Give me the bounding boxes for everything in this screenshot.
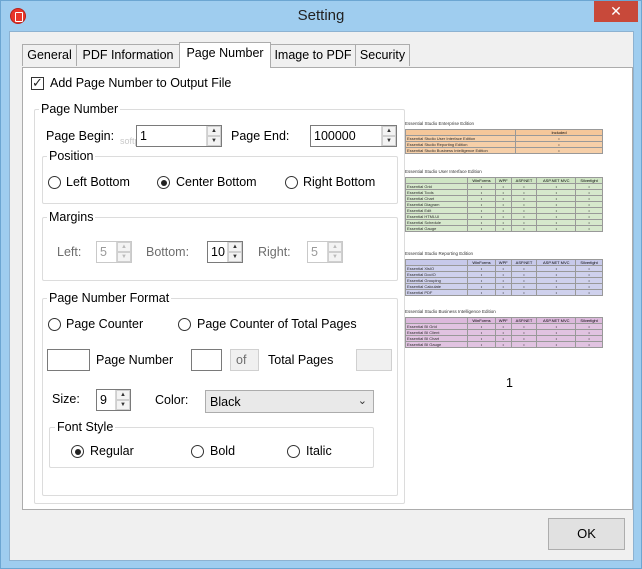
preview-page-number: 1 [506, 376, 513, 390]
chevron-down-icon: ⌄ [357, 395, 367, 407]
page-end-value: 100000 [314, 129, 356, 143]
margin-right-down-icon[interactable]: ▼ [328, 252, 342, 262]
preview-table: WinForms WPF ASP.NET ASP.NET MVC Silverlight… [405, 177, 603, 232]
format-page-counter-total-radio[interactable] [178, 318, 191, 331]
font-bold-label: Bold [210, 444, 236, 458]
suffix-text-field[interactable] [356, 349, 392, 371]
font-italic-radio[interactable] [287, 445, 300, 458]
page-number-group-title: Page Number [39, 102, 121, 116]
position-right-bottom-radio[interactable] [285, 176, 298, 189]
margin-bottom-value: 10 [211, 245, 225, 259]
margin-bottom-stepper[interactable]: 10 ▲ ▼ [207, 241, 243, 263]
tab-general[interactable]: General [22, 44, 77, 66]
margin-bottom-label: Bottom: [146, 245, 190, 259]
tab-image-to-pdf[interactable]: Image to PDF [270, 44, 356, 66]
font-size-stepper[interactable]: 9 ▲ ▼ [96, 389, 131, 411]
font-size-value: 9 [100, 393, 107, 407]
margin-bottom-down-icon[interactable]: ▼ [228, 252, 242, 262]
preview-table-title: Essential Studio User Interface Edition [405, 169, 482, 174]
prefix-text-field[interactable] [47, 349, 90, 371]
window-title: Setting [297, 7, 345, 24]
margin-left-stepper[interactable]: 5 ▲ ▼ [96, 241, 132, 263]
add-page-number-checkbox[interactable] [31, 75, 44, 91]
close-button[interactable]: ✕ [594, 1, 638, 22]
position-right-bottom-label: Right Bottom [303, 175, 376, 189]
color-value: Black [210, 395, 241, 409]
of-text-field[interactable]: of [230, 349, 259, 371]
margin-left-value: 5 [100, 245, 107, 259]
preview-table-title: Essential Studio Enterprise Edition [405, 121, 475, 126]
dialog-client: General PDF Information Page Number Imag… [9, 31, 634, 561]
color-label: Color: [155, 393, 189, 407]
color-dropdown[interactable]: Black ⌄ [205, 390, 374, 413]
settings-window: Setting ✕ General PDF Information Page N… [0, 0, 642, 569]
ok-button[interactable]: OK [548, 518, 625, 550]
margins-group-title: Margins [47, 210, 96, 224]
page-begin-value: 1 [140, 129, 147, 143]
position-center-bottom-radio[interactable] [157, 176, 170, 189]
tab-page-number[interactable]: Page Number [179, 42, 271, 68]
tab-security[interactable]: Security [355, 44, 410, 66]
of-text-value: of [236, 353, 247, 367]
margin-right-value: 5 [311, 245, 318, 259]
preview-table: Included Essential Studio User Interface … [405, 129, 603, 154]
font-bold-radio[interactable] [191, 445, 204, 458]
font-size-up-icon[interactable]: ▲ [116, 390, 130, 400]
add-page-number-label: Add Page Number to Output File [50, 76, 232, 90]
margin-right-up-icon[interactable]: ▲ [328, 242, 342, 252]
title-bar: Setting ✕ [1, 1, 641, 31]
format-page-counter-radio[interactable] [48, 318, 61, 331]
page-begin-label: Page Begin: [46, 129, 115, 143]
margin-left-label: Left: [57, 245, 82, 259]
tab-pdf-information[interactable]: PDF Information [76, 44, 180, 66]
preview-table: WinForms WPF ASP.NET ASP.NET MVC Silverlight… [405, 259, 603, 296]
font-italic-label: Italic [306, 444, 332, 458]
format-page-counter-total-label: Page Counter of Total Pages [197, 317, 357, 331]
margin-right-label: Right: [258, 245, 291, 259]
page-end-label: Page End: [231, 129, 290, 143]
format-group-title: Page Number Format [47, 291, 172, 305]
page-begin-stepper[interactable]: 1 ▲ ▼ [136, 125, 222, 147]
format-page-counter-label: Page Counter [66, 317, 144, 331]
page-preview: Essential Studio Enterprise Edition Inclu… [405, 117, 615, 377]
page-begin-up-icon[interactable]: ▲ [207, 126, 221, 136]
font-size-down-icon[interactable]: ▼ [116, 400, 130, 410]
page-end-up-icon[interactable]: ▲ [382, 126, 396, 136]
font-style-group-title: Font Style [55, 420, 116, 434]
middle-text-field[interactable] [191, 349, 222, 371]
font-regular-label: Regular [90, 444, 134, 458]
margin-right-stepper[interactable]: 5 ▲ ▼ [307, 241, 343, 263]
size-label: Size: [52, 392, 80, 406]
position-left-bottom-radio[interactable] [48, 176, 61, 189]
preview-table: WinForms WPF ASP.NET ASP.NET MVC Silverlight… [405, 317, 603, 348]
position-left-bottom-label: Left Bottom [66, 175, 130, 189]
page-end-stepper[interactable]: 100000 ▲ ▼ [310, 125, 397, 147]
margin-bottom-up-icon[interactable]: ▲ [228, 242, 242, 252]
margin-left-down-icon[interactable]: ▼ [117, 252, 131, 262]
preview-table-title: Essential Studio Reporting Edition [405, 251, 474, 256]
preview-table-title: Essential Studio Business Intelligence E… [405, 309, 496, 314]
total-pages-label: Total Pages [268, 353, 334, 367]
page-number-text-label: Page Number [96, 353, 174, 367]
font-regular-radio[interactable] [71, 445, 84, 458]
page-end-down-icon[interactable]: ▼ [382, 136, 396, 146]
page-begin-down-icon[interactable]: ▼ [207, 136, 221, 146]
position-group-title: Position [47, 149, 96, 163]
position-center-bottom-label: Center Bottom [176, 175, 257, 189]
margin-left-up-icon[interactable]: ▲ [117, 242, 131, 252]
